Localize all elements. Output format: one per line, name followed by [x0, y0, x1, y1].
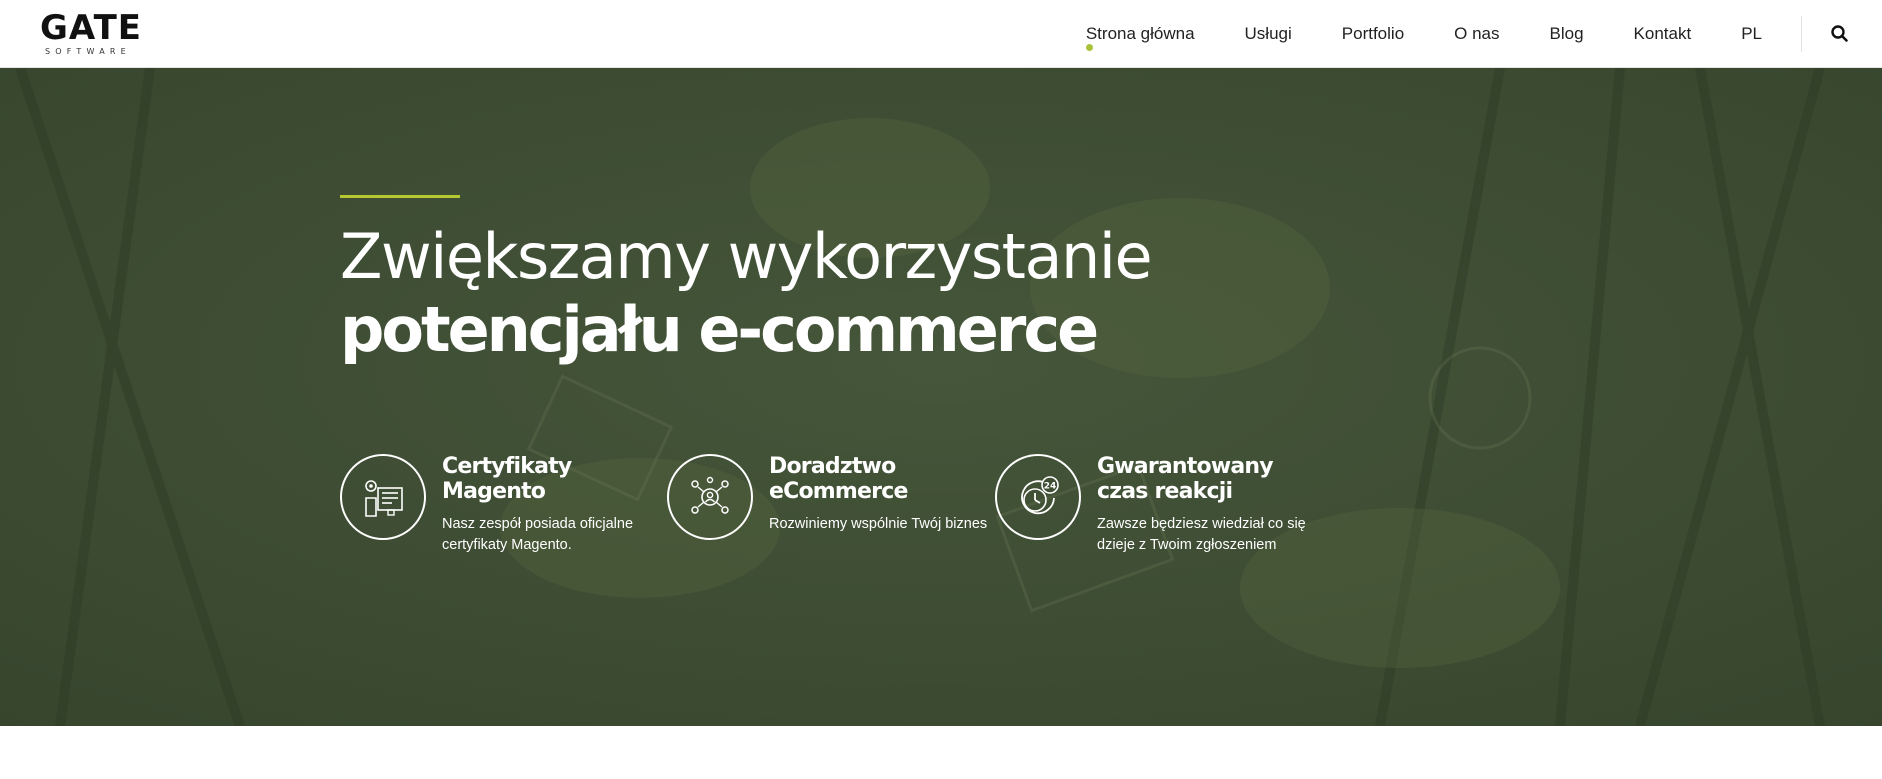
hero-section: Zwiększamy wykorzystanie potencjału e-co…	[0, 68, 1882, 726]
svg-text:24: 24	[1044, 482, 1057, 492]
consulting-team-icon	[691, 476, 729, 514]
nav-item-services[interactable]: Usługi	[1245, 24, 1292, 44]
hero-title-line2: potencjału e-commerce	[340, 293, 1099, 366]
hero-title-line1: Zwiększamy wykorzystanie	[340, 220, 1153, 293]
language-switcher[interactable]: PL	[1741, 24, 1762, 44]
feature-title: Doradztwo eCommerce	[769, 454, 908, 504]
search-icon	[1831, 25, 1848, 42]
site-header: GATE SOFTWARE Strona główna Usługi Portf…	[0, 0, 1882, 68]
feature-description: Zawsze będziesz wiedział co się dzieje z…	[1097, 516, 1306, 553]
nav-item-portfolio[interactable]: Portfolio	[1342, 24, 1404, 44]
logo-wordmark: GATE	[40, 8, 142, 48]
nav-item-home[interactable]: Strona główna	[1085, 24, 1195, 51]
nav-item-blog[interactable]: Blog	[1550, 24, 1584, 44]
main-nav: Strona główna Usługi Portfolio O nas Blo…	[1085, 0, 1762, 68]
feature-title: Gwarantowany czas reakcji	[1097, 454, 1274, 504]
feature-description: Nasz zespół posiada oficjalne certyfikat…	[442, 516, 634, 553]
search-button[interactable]	[1828, 22, 1852, 46]
clock-24h-icon: 24	[1021, 476, 1059, 515]
feature-guaranteed-response-time: 24 Gwarantowany czas reakcji Zawsze będz…	[995, 454, 1335, 564]
feature-icon-circle	[340, 454, 426, 540]
nav-item-about[interactable]: O nas	[1454, 24, 1499, 44]
nav-item-label: Strona główna	[1085, 24, 1195, 43]
logo[interactable]: GATE SOFTWARE	[40, 10, 144, 58]
feature-magento-certificates: Certyfikaty Magento Nasz zespół posiada …	[340, 454, 680, 564]
active-indicator-dot	[1085, 44, 1093, 51]
feature-ecommerce-consulting: Doradztwo eCommerce Rozwiniemy wspólnie …	[667, 454, 1007, 564]
logo-subtext: SOFTWARE	[45, 47, 131, 56]
feature-icon-circle: 24	[995, 454, 1081, 540]
hero-content: Zwiększamy wykorzystanie potencjału e-co…	[340, 68, 1440, 726]
feature-description: Rozwiniemy wspólnie Twój biznes	[769, 516, 988, 532]
nav-item-contact[interactable]: Kontakt	[1634, 24, 1692, 44]
feature-icon-circle	[667, 454, 753, 540]
certificate-icon	[365, 480, 403, 517]
accent-line	[340, 195, 460, 198]
nav-divider	[1801, 16, 1802, 52]
feature-title: Certyfikaty Magento	[442, 454, 572, 504]
